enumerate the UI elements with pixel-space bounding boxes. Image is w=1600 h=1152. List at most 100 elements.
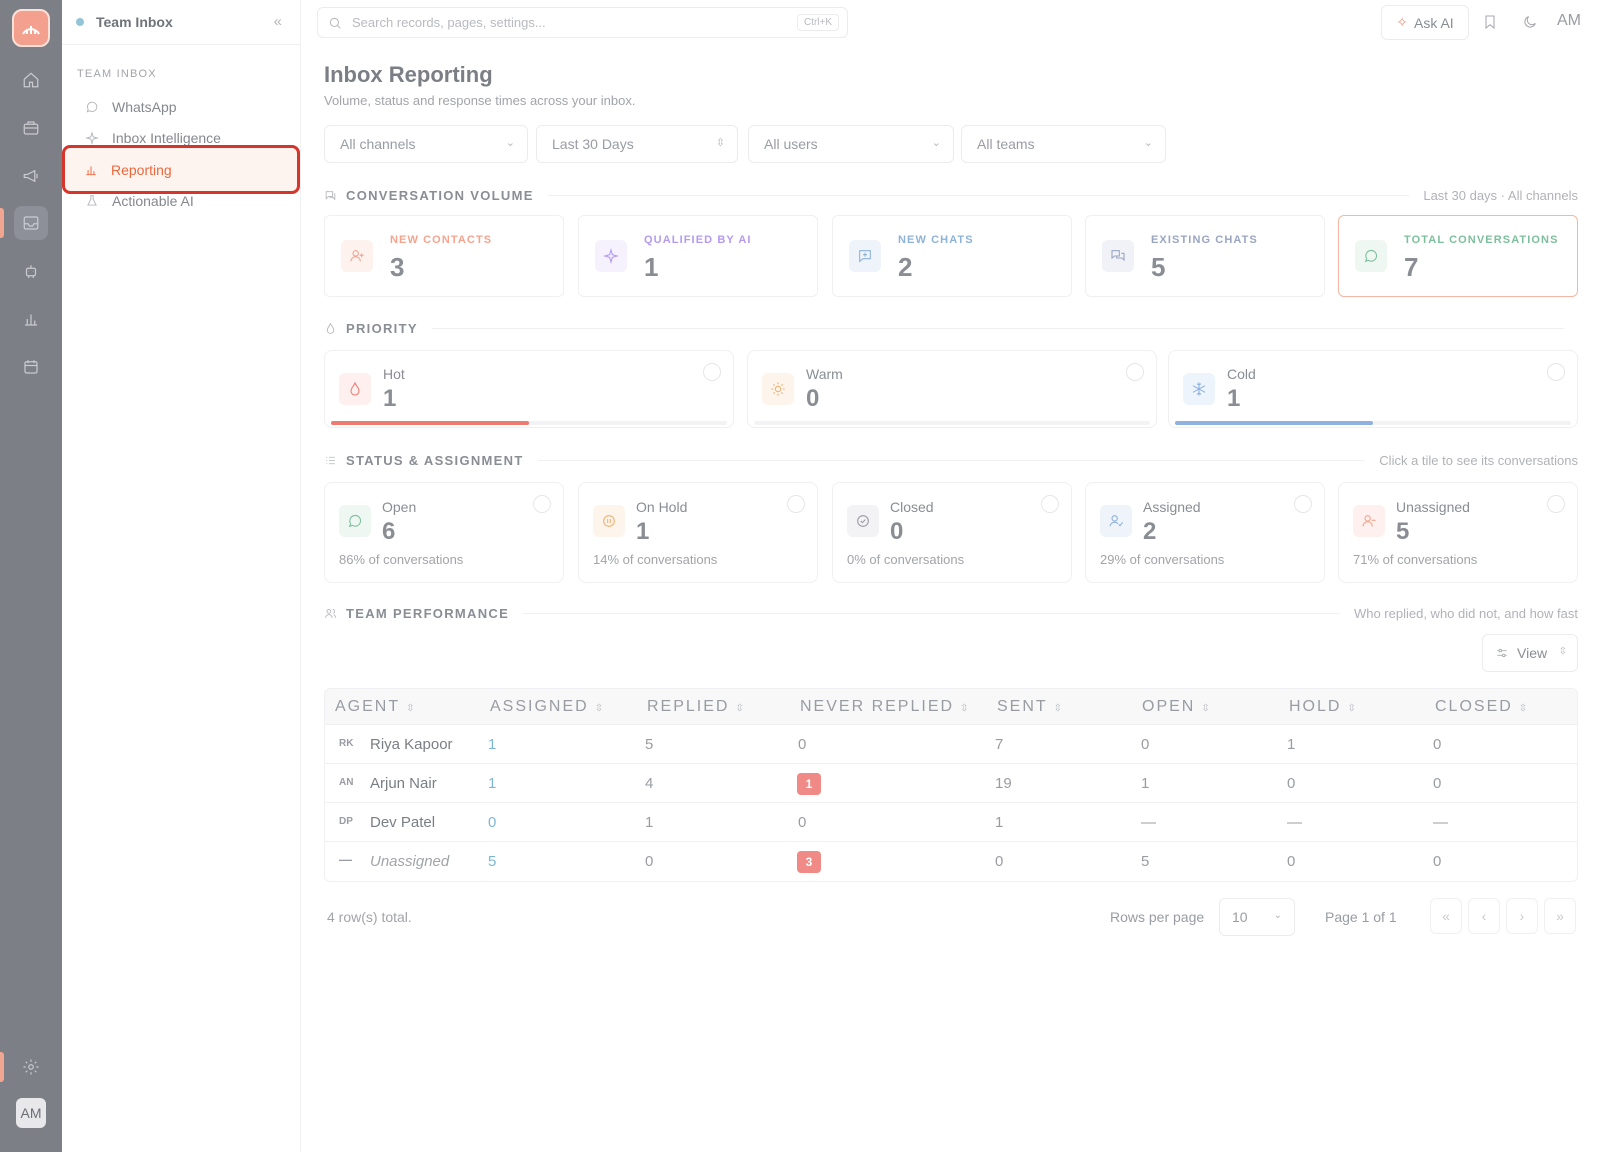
status-unassigned-card[interactable]: Unassigned 5 71% of conversations — [1338, 482, 1578, 583]
inbox-icon[interactable] — [14, 206, 48, 240]
next-page-button[interactable]: › — [1506, 898, 1538, 934]
select-radio[interactable] — [1547, 363, 1565, 381]
flame-icon — [324, 321, 338, 335]
status-on-hold-card[interactable]: On Hold 1 14% of conversations — [578, 482, 818, 583]
chart-icon[interactable] — [14, 302, 48, 336]
messages-icon — [1102, 240, 1134, 272]
view-options-button[interactable]: View ⇳ — [1482, 634, 1578, 672]
last-page-button[interactable]: » — [1544, 898, 1576, 934]
chat-icon — [324, 188, 338, 202]
robot-icon[interactable] — [14, 255, 48, 289]
table-row[interactable]: AN Arjun Nair 1 4 1 19 1 0 0 — [325, 764, 1577, 803]
moon-icon[interactable] — [1520, 12, 1540, 32]
select-radio[interactable] — [1547, 495, 1565, 513]
channels-filter[interactable]: All channels ⌄ — [324, 125, 528, 163]
top-avatar[interactable]: AM — [1557, 12, 1581, 30]
column-header-agent[interactable]: AGENT ⇳ — [335, 698, 415, 716]
new-contacts-card[interactable]: NEW CONTACTS 3 — [324, 215, 564, 297]
status-percent: 29% of conversations — [1100, 552, 1225, 567]
status-value: 0 — [890, 518, 904, 545]
column-header-sent[interactable]: SENT ⇳ — [997, 698, 1062, 716]
message-plus-icon — [849, 240, 881, 272]
assigned-link[interactable]: 5 — [488, 853, 496, 870]
column-header-assigned[interactable]: ASSIGNED ⇳ — [490, 698, 603, 716]
page-subtitle: Volume, status and response times across… — [324, 93, 636, 108]
teams-filter[interactable]: All teams ⌄ — [961, 125, 1166, 163]
bookmark-icon[interactable] — [1480, 12, 1500, 32]
status-assigned-card[interactable]: Assigned 2 29% of conversations — [1085, 482, 1325, 583]
briefcase-icon[interactable] — [14, 111, 48, 145]
priority-bar — [754, 421, 1150, 425]
closed-cell: 0 — [1433, 775, 1442, 792]
user-avatar[interactable]: AM — [16, 1098, 46, 1128]
new-chats-card[interactable]: NEW CHATS 2 — [832, 215, 1072, 297]
sparkle-icon: ✧ — [1396, 14, 1409, 30]
column-header-hold[interactable]: HOLD ⇳ — [1289, 698, 1356, 716]
closed-cell: 0 — [1433, 736, 1442, 753]
status-open-card[interactable]: Open 6 86% of conversations — [324, 482, 564, 583]
select-radio[interactable] — [787, 495, 805, 513]
status-value: 1 — [636, 518, 650, 545]
section-title: STATUS & ASSIGNMENT — [346, 452, 524, 468]
view-button-label: View — [1517, 645, 1548, 661]
select-radio[interactable] — [703, 363, 721, 381]
card-value: 1 — [644, 252, 659, 282]
total-conversations-card[interactable]: TOTAL CONVERSATIONS 7 — [1338, 215, 1578, 297]
priority-heading: PRIORITY — [324, 319, 1578, 337]
calendar-icon[interactable] — [14, 350, 48, 384]
section-note: Last 30 days · All channels — [1423, 187, 1578, 203]
sidebar-item-actionable-ai[interactable]: Actionable AI — [80, 186, 294, 216]
select-radio[interactable] — [1294, 495, 1312, 513]
assigned-link[interactable]: 0 — [488, 814, 496, 831]
section-note: Who replied, who did not, and how fast — [1353, 605, 1578, 621]
status-label: Assigned — [1143, 499, 1201, 515]
rows-per-page-select[interactable]: 10 ⌄ — [1219, 898, 1295, 936]
status-closed-card[interactable]: Closed 0 0% of conversations — [832, 482, 1072, 583]
status-percent: 71% of conversations — [1353, 552, 1478, 567]
qualified-by-ai-card[interactable]: QUALIFIED BY AI 1 — [578, 215, 818, 297]
select-radio[interactable] — [533, 495, 551, 513]
select-radio[interactable] — [1041, 495, 1059, 513]
app-rail: AM — [0, 0, 62, 1152]
chevron-updown-icon: ⇳ — [715, 137, 725, 149]
sliders-icon — [1497, 648, 1507, 658]
home-icon[interactable] — [14, 63, 48, 97]
chevron-down-icon: ⌄ — [505, 137, 515, 149]
priority-cold-card[interactable]: Cold 1 — [1168, 350, 1578, 428]
sidebar-item-whatsapp[interactable]: WhatsApp — [80, 92, 294, 122]
sidebar-item-label: Inbox Intelligence — [112, 130, 221, 146]
previous-page-button[interactable]: ‹ — [1468, 898, 1500, 934]
agent-initials: AN — [339, 777, 354, 788]
status-label: Unassigned — [1396, 499, 1470, 515]
ask-ai-button[interactable]: ✧ Ask AI — [1381, 5, 1469, 40]
table-row[interactable]: RK Riya Kapoor 1 5 0 7 0 1 0 — [325, 725, 1577, 764]
column-header-replied[interactable]: REPLIED ⇳ — [647, 698, 744, 716]
column-header-open[interactable]: OPEN ⇳ — [1142, 698, 1210, 716]
card-value: 5 — [1151, 252, 1166, 282]
never-replied-badge[interactable]: 1 — [797, 773, 821, 795]
column-header-closed[interactable]: CLOSED ⇳ — [1435, 698, 1527, 716]
search-input[interactable]: Search records, pages, settings... Ctrl+… — [317, 7, 848, 38]
column-header-never-replied[interactable]: NEVER REPLIED ⇳ — [800, 698, 968, 716]
select-radio[interactable] — [1126, 363, 1144, 381]
first-page-button[interactable]: « — [1430, 898, 1462, 934]
date-range-filter[interactable]: Last 30 Days ⇳ — [536, 125, 738, 163]
megaphone-icon[interactable] — [14, 159, 48, 193]
table-header: AGENT ⇳ ASSIGNED ⇳ REPLIED ⇳ NEVER REPLIED ⇳… — [325, 689, 1577, 725]
agent-name: Dev Patel — [370, 814, 436, 831]
priority-value: 1 — [1227, 385, 1241, 412]
table-row[interactable]: — Unassigned 5 0 3 0 5 0 0 — [325, 842, 1577, 881]
users-filter[interactable]: All users ⌄ — [748, 125, 954, 163]
teams-filter-value: All teams — [977, 136, 1035, 152]
existing-chats-card[interactable]: EXISTING CHATS 5 — [1085, 215, 1325, 297]
settings-icon[interactable] — [14, 1050, 48, 1084]
app-logo[interactable] — [12, 9, 50, 47]
assigned-link[interactable]: 1 — [488, 736, 496, 753]
never-replied-badge[interactable]: 3 — [797, 851, 821, 873]
agent-name: Arjun Nair — [370, 775, 437, 792]
priority-warm-card[interactable]: Warm 0 — [747, 350, 1157, 428]
priority-hot-card[interactable]: Hot 1 — [324, 350, 734, 428]
assigned-link[interactable]: 1 — [488, 775, 496, 792]
table-row[interactable]: DP Dev Patel 0 1 0 1 — — — — [325, 803, 1577, 842]
collapse-icon[interactable]: « — [274, 13, 282, 30]
